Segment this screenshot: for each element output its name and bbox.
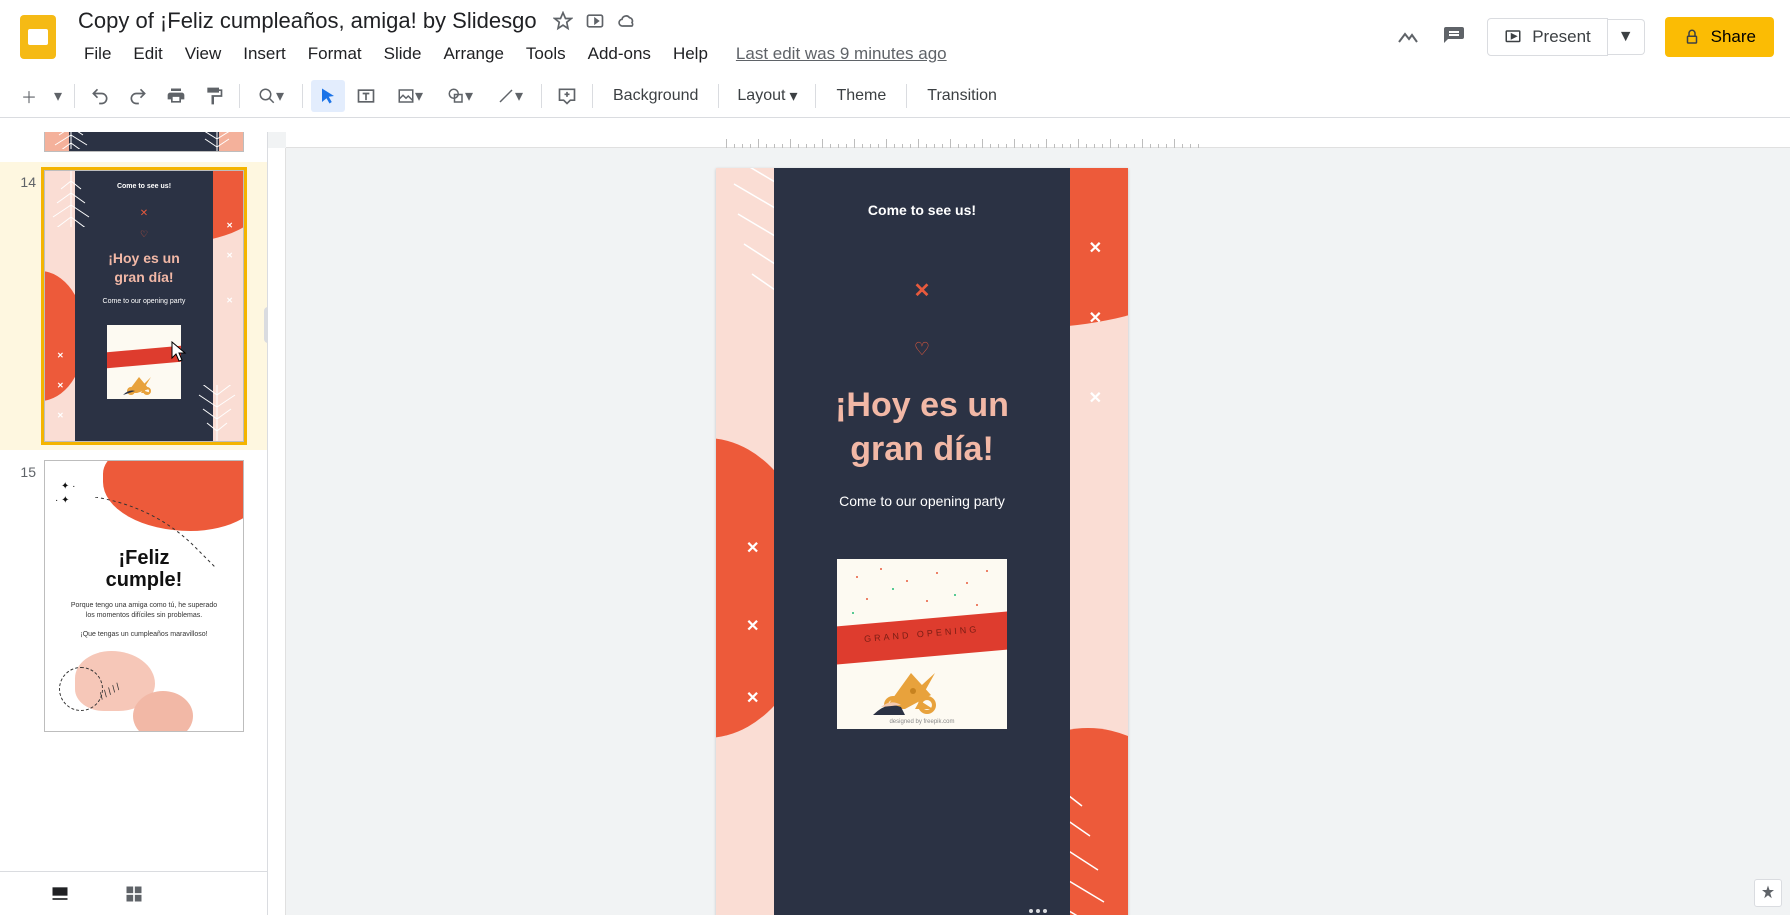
move-icon[interactable] — [585, 11, 605, 31]
menu-edit[interactable]: Edit — [123, 40, 172, 68]
menu-file[interactable]: File — [74, 40, 121, 68]
print-button[interactable] — [159, 80, 193, 112]
ruler-horizontal: document.write(Array.from({length:60},(_… — [286, 132, 1790, 148]
theme-button[interactable]: Theme — [824, 87, 898, 105]
cloud-icon[interactable] — [617, 11, 637, 31]
comment-button[interactable] — [550, 80, 584, 112]
present-label: Present — [1532, 27, 1591, 47]
slides-logo[interactable] — [14, 9, 62, 65]
filmstrip[interactable]: 14 ✕ ✕ ✕ ✕ ✕ ✕ Come to see us! ✕ ♡ ¡Hoy … — [0, 132, 268, 915]
line-tool[interactable]: ▾ — [487, 80, 533, 112]
slide-top-text[interactable]: Come to see us! — [868, 202, 976, 218]
menu-tools[interactable]: Tools — [516, 40, 576, 68]
slide-heart-deco: ♡ — [914, 339, 930, 360]
document-info: Copy of ¡Feliz cumpleaños, amiga! by Sli… — [74, 6, 1375, 68]
filmstrip-view-button[interactable] — [48, 882, 72, 906]
shape-tool[interactable]: ▾ — [437, 80, 483, 112]
undo-button[interactable] — [83, 80, 117, 112]
activity-icon[interactable] — [1395, 24, 1421, 50]
toolbar: ＋ ▾ ▾ ▾ ▾ ▾ Background Layout ▾ Theme Tr… — [0, 74, 1790, 118]
slide-thumb-14[interactable]: ✕ ✕ ✕ ✕ ✕ ✕ Come to see us! ✕ ♡ ¡Hoy es … — [44, 170, 244, 442]
slide-number-14: 14 — [8, 170, 44, 442]
image-tool[interactable]: ▾ — [387, 80, 433, 112]
canvas[interactable]: document.write(Array.from({length:60},(_… — [268, 132, 1790, 915]
select-tool[interactable] — [311, 80, 345, 112]
share-button[interactable]: Share — [1665, 17, 1774, 57]
app-header: Copy of ¡Feliz cumpleaños, amiga! by Sli… — [0, 0, 1790, 68]
filmstrip-footer — [0, 871, 267, 915]
slide-x-deco: ✕ — [914, 278, 931, 303]
explore-button[interactable] — [1754, 879, 1782, 907]
slide-thumb-13[interactable] — [44, 132, 244, 152]
share-label: Share — [1711, 27, 1756, 47]
menu-format[interactable]: Format — [298, 40, 372, 68]
star-icon[interactable] — [553, 11, 573, 31]
menu-addons[interactable]: Add-ons — [578, 40, 661, 68]
panel-resizer[interactable] — [1029, 909, 1047, 913]
play-in-box-icon — [1504, 28, 1522, 46]
ruler-vertical — [268, 148, 286, 915]
paint-format-button[interactable] — [197, 80, 231, 112]
slide-thumb-15[interactable]: ✦ · · ✦ ¡Felizcumple! Porque tengo una a… — [44, 460, 244, 732]
slide-image[interactable]: GRAND OPENING designed by freepik.com — [837, 559, 1007, 729]
redo-button[interactable] — [121, 80, 155, 112]
lock-icon — [1683, 28, 1701, 46]
slide-number-15: 15 — [8, 460, 44, 732]
slide-canvas[interactable]: ✕ ✕ ✕ ✕ ✕ ✕ Come to see us! ✕ ♡ ¡Hoy es … — [716, 168, 1128, 915]
slide-title[interactable]: ¡Hoy es ungran día! — [835, 384, 1009, 471]
new-slide-more[interactable]: ▾ — [50, 80, 66, 112]
slide-thumb-14-row: 14 ✕ ✕ ✕ ✕ ✕ ✕ Come to see us! ✕ ♡ ¡Hoy … — [0, 162, 267, 450]
last-edit-link[interactable]: Last edit was 9 minutes ago — [736, 44, 947, 64]
image-attribution: designed by freepik.com — [837, 719, 1007, 725]
zoom-button[interactable]: ▾ — [248, 80, 294, 112]
present-button[interactable]: Present — [1487, 18, 1608, 56]
menu-slide[interactable]: Slide — [374, 40, 432, 68]
menu-help[interactable]: Help — [663, 40, 718, 68]
transition-button[interactable]: Transition — [915, 87, 1009, 105]
menu-bar: File Edit View Insert Format Slide Arran… — [74, 40, 1375, 68]
thumb14-sub: Come to our opening party — [103, 298, 186, 305]
thumb14-top: Come to see us! — [117, 183, 171, 190]
doc-title[interactable]: Copy of ¡Feliz cumpleaños, amiga! by Sli… — [74, 6, 541, 36]
menu-view[interactable]: View — [175, 40, 232, 68]
slide-dark-panel: Come to see us! ✕ ♡ ¡Hoy es ungran día! … — [774, 168, 1070, 915]
present-options-button[interactable]: ▼ — [1608, 19, 1645, 55]
background-button[interactable]: Background — [601, 87, 710, 105]
menu-insert[interactable]: Insert — [233, 40, 296, 68]
slide-subtitle[interactable]: Come to our opening party — [839, 493, 1005, 509]
grid-view-button[interactable] — [122, 882, 146, 906]
textbox-tool[interactable] — [349, 80, 383, 112]
comments-icon[interactable] — [1441, 24, 1467, 50]
layout-button[interactable]: Layout ▾ — [727, 86, 807, 106]
new-slide-button[interactable]: ＋ — [12, 80, 46, 112]
menu-arrange[interactable]: Arrange — [433, 40, 513, 68]
